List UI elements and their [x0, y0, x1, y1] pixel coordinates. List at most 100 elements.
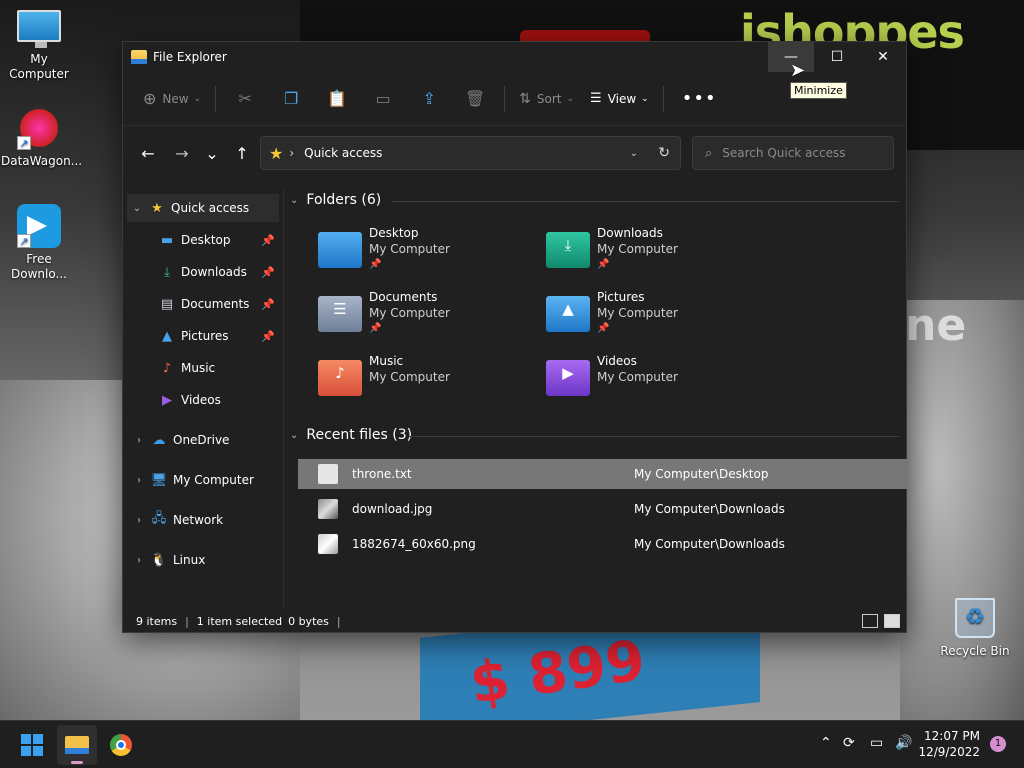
chevron-up-icon[interactable]: ⌃ — [820, 735, 832, 751]
copy-icon[interactable]: ❐ — [276, 83, 306, 115]
chevron-right-icon[interactable]: › — [133, 555, 145, 566]
folder-tile-downloads[interactable]: ⤓ Downloads My Computer 📌 — [546, 226, 766, 284]
image-thumbnail-icon — [318, 499, 338, 519]
sidebar-item-desktop[interactable]: ▬ Desktop 📌 — [159, 226, 279, 254]
view-button[interactable]: ☰ View ⌄ — [582, 83, 657, 115]
search-input[interactable]: ⌕ Search Quick access — [692, 136, 894, 170]
clock[interactable]: 12:07 PM 12/9/2022 — [918, 728, 980, 760]
more-options-icon[interactable]: ••• — [682, 88, 717, 109]
sync-icon[interactable]: ⟳ — [843, 735, 855, 751]
pin-icon: 📌 — [261, 265, 275, 279]
up-button[interactable]: ↑ — [227, 138, 257, 168]
chevron-down-icon[interactable]: ⌄ — [630, 148, 638, 159]
network-tray-icon[interactable]: ▭ — [870, 735, 883, 751]
breadcrumb[interactable]: Quick access — [304, 146, 382, 160]
sidebar-item-network[interactable]: › 🖧 Network — [133, 506, 279, 534]
folder-name: Videos — [597, 354, 637, 368]
folder-tile-desktop[interactable]: Desktop My Computer 📌 — [318, 226, 538, 284]
folder-tile-videos[interactable]: ▶ Videos My Computer — [546, 354, 766, 412]
recent-file-row[interactable]: throne.txt My Computer\Desktop — [298, 459, 907, 489]
download-icon: ⤓ — [164, 264, 170, 280]
new-button[interactable]: ⊕ New ⌄ — [135, 83, 209, 115]
desktop-icon-my-computer[interactable]: My Computer — [1, 10, 77, 82]
folder-tile-pictures[interactable]: ▲ Pictures My Computer 📌 — [546, 290, 766, 348]
recent-header-label: Recent files (3) — [306, 427, 413, 443]
selection-size: 0 bytes — [288, 614, 329, 628]
free-download-manager-icon: ↗ — [17, 204, 61, 248]
sidebar-item-linux[interactable]: › 🐧 Linux — [133, 546, 279, 574]
desktop-icon-datawagon[interactable]: ↗ DataWagon... — [1, 106, 82, 169]
recent-files-group-header[interactable]: ⌄ Recent files (3) — [290, 427, 412, 443]
back-button[interactable]: ← — [133, 138, 163, 168]
command-bar: ⊕ New ⌄ ✂ ❐ 📋 ▭ ⇪ 🗑 ⇅ Sort ⌄ ☰ View ⌄ ••… — [123, 72, 906, 126]
wallpaper-text: ne — [905, 300, 967, 351]
address-bar[interactable]: ★ › Quick access ⌄ ↻ — [260, 136, 681, 170]
search-placeholder: Search Quick access — [722, 146, 846, 160]
item-count: 9 items — [136, 614, 178, 628]
sidebar-item-music[interactable]: ♪ Music — [159, 354, 279, 382]
toolbar-divider — [662, 85, 664, 112]
sidebar-item-downloads[interactable]: ⤓ Downloads 📌 — [159, 258, 279, 286]
refresh-icon[interactable]: ↻ — [658, 145, 670, 161]
notification-badge[interactable]: 1 — [990, 736, 1006, 752]
chevron-right-icon[interactable]: › — [133, 435, 145, 446]
desktop-icon-label: My Computer — [9, 52, 69, 81]
cut-icon[interactable]: ✂ — [230, 83, 260, 115]
folder-location: My Computer — [597, 370, 678, 384]
recent-locations-button[interactable]: ⌄ — [197, 138, 227, 168]
recent-file-row[interactable]: download.jpg My Computer\Downloads — [298, 494, 907, 524]
chevron-right-icon[interactable]: › — [133, 515, 145, 526]
chevron-right-icon[interactable]: › — [133, 475, 145, 486]
folder-tile-music[interactable]: ♪ Music My Computer — [318, 354, 538, 412]
desktop-icon-recycle-bin[interactable]: ♻ Recycle Bin — [937, 598, 1013, 659]
volume-icon[interactable]: 🔊 — [895, 735, 912, 751]
sort-button[interactable]: ⇅ Sort ⌄ — [511, 83, 582, 115]
sidebar-item-my-computer[interactable]: › 🖥 My Computer — [133, 466, 279, 494]
desktop-icon-free-download-manager[interactable]: ↗ Free Downlo... — [1, 204, 77, 282]
file-name: throne.txt — [352, 467, 412, 481]
status-divider: | — [185, 614, 189, 628]
maximize-button[interactable]: ☐ — [814, 42, 860, 72]
folder-name: Documents — [369, 290, 438, 304]
title-bar[interactable]: File Explorer — ☐ ✕ — [123, 42, 906, 72]
folder-name: Downloads — [597, 226, 663, 240]
chevron-down-icon: ⌄ — [193, 93, 202, 104]
sidebar-item-pictures[interactable]: ▲ Pictures 📌 — [159, 322, 279, 350]
details-view-icon[interactable] — [862, 614, 878, 628]
file-location: My Computer\Downloads — [634, 537, 785, 551]
rename-icon[interactable]: ▭ — [368, 83, 398, 115]
content-pane: ⌄ Folders (6) Desktop My Computer 📌 ⤓ Do… — [284, 188, 907, 608]
recent-file-row[interactable]: 1882674_60x60.png My Computer\Downloads — [298, 529, 907, 559]
minimize-tooltip: Minimize — [790, 82, 847, 99]
share-icon[interactable]: ⇪ — [414, 83, 444, 115]
chevron-down-icon[interactable]: ⌄ — [131, 203, 143, 214]
linux-icon: 🐧 — [150, 552, 168, 568]
status-bar: 9 items | 1 item selected 0 bytes | — [123, 610, 906, 632]
tiles-view-icon[interactable] — [884, 614, 900, 628]
toolbar-divider — [504, 85, 506, 112]
sidebar-item-quick-access[interactable]: ⌄ ★ Quick access — [127, 194, 279, 222]
sidebar-item-label: Network — [173, 513, 224, 527]
sidebar-item-onedrive[interactable]: › ☁ OneDrive — [133, 426, 279, 454]
taskbar-chrome[interactable] — [101, 725, 141, 765]
folders-group-header[interactable]: ⌄ Folders (6) — [290, 192, 381, 208]
sidebar-item-label: OneDrive — [173, 433, 230, 447]
paste-icon[interactable]: 📋 — [322, 83, 352, 115]
start-button[interactable] — [12, 725, 52, 765]
time-text: 12:07 PM — [924, 729, 980, 743]
plus-circle-icon: ⊕ — [143, 89, 157, 108]
sidebar-item-label: Linux — [173, 553, 206, 567]
sidebar-item-documents[interactable]: ▤ Documents 📌 — [159, 290, 279, 318]
taskbar-file-explorer[interactable] — [57, 725, 97, 765]
sidebar-item-videos[interactable]: ▶ Videos — [159, 386, 279, 414]
folder-name: Desktop — [369, 226, 419, 240]
file-explorer-window: File Explorer — ☐ ✕ ⊕ New ⌄ ✂ ❐ 📋 ▭ ⇪ 🗑 … — [122, 41, 907, 633]
close-button[interactable]: ✕ — [860, 42, 906, 72]
star-icon: ★ — [151, 200, 163, 216]
download-arrow-icon: ⤓ — [564, 236, 572, 254]
folder-tile-documents[interactable]: ☰ Documents My Computer 📌 — [318, 290, 538, 348]
delete-icon[interactable]: 🗑 — [460, 83, 490, 115]
forward-button[interactable]: → — [167, 138, 197, 168]
mountain-icon: ▲ — [562, 300, 574, 318]
datawagon-icon: ↗ — [17, 106, 61, 150]
